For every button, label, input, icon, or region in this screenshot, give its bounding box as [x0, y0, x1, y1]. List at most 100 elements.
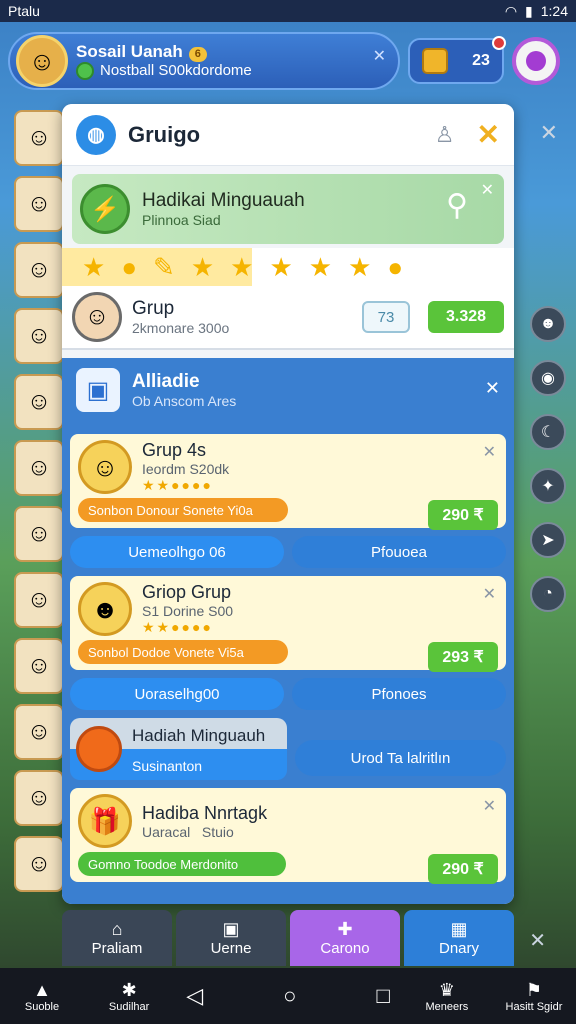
- app-shortcut[interactable]: ▲ Suoble: [12, 980, 72, 1013]
- coin-counter[interactable]: 23: [408, 36, 506, 84]
- upgrade-button[interactable]: Uoraselhg00: [70, 678, 284, 710]
- card-price[interactable]: 293 ₹: [428, 642, 498, 672]
- group-row[interactable]: ☺ Grup 2kmonare 300o 73 3.328: [62, 286, 514, 350]
- profile-pill[interactable]: ☺ Sosail Uanah 6 Nostball S00kdordome ✕: [8, 32, 400, 90]
- side-close-icon[interactable]: ✕: [540, 120, 558, 146]
- top-bar: ☺ Sosail Uanah 6 Nostball S00kdordome ✕ 2…: [8, 28, 568, 94]
- coin-icon: ●: [387, 251, 404, 282]
- group-avatar: ☺: [72, 292, 122, 342]
- user-icon[interactable]: ♙: [435, 122, 455, 148]
- friend-avatar[interactable]: ☺: [14, 110, 64, 166]
- friend-avatar[interactable]: ☺: [14, 770, 64, 826]
- bolt-icon: ⚡: [80, 184, 130, 234]
- bird-icon[interactable]: ✦: [530, 468, 566, 504]
- weekly-reward-subtitle: Susinanton: [132, 758, 203, 774]
- close-icon[interactable]: ✕: [529, 928, 546, 953]
- section-subtitle: Ob Anscom Ares: [132, 393, 237, 409]
- player-avatar[interactable]: ☺: [16, 35, 68, 87]
- grid-icon: ▦: [450, 919, 468, 939]
- weekly-reward-card[interactable]: Hadiah Minguauh Susinanton: [70, 718, 287, 780]
- app-label: Sudilhar: [108, 1000, 150, 1013]
- camera-icon: ▣: [222, 919, 240, 939]
- tab-game[interactable]: ▣ Uerne: [176, 910, 286, 966]
- group-card[interactable]: 🎁 Hadiba Nnrtagk Uaracal Stuio Gomno Too…: [70, 788, 506, 884]
- card-sub: Uaracal: [142, 823, 191, 840]
- friend-avatar[interactable]: ☺: [14, 572, 64, 628]
- card-price[interactable]: 290 ₹: [428, 854, 498, 884]
- friend-avatar[interactable]: ☺: [14, 242, 64, 298]
- weekly-reward-button[interactable]: Urod Ta lalritlın: [295, 740, 506, 776]
- orb-icon: [76, 726, 122, 772]
- tab-label: Uerne: [210, 940, 252, 957]
- star-icon: ★: [190, 251, 215, 282]
- tab-diary[interactable]: ▦ Dnary: [404, 910, 514, 966]
- tab-label: Carono: [320, 940, 370, 957]
- card-price[interactable]: 290 ₹: [428, 500, 498, 530]
- gear-icon: [526, 51, 546, 71]
- close-icon[interactable]: ✕: [483, 796, 496, 816]
- section-title: Alliadie: [132, 371, 200, 392]
- player-name: Sosail Uanah: [76, 41, 183, 61]
- face-icon[interactable]: ◉: [530, 360, 566, 396]
- app-shortcut[interactable]: ⚑ Hasitt Sgidr: [504, 980, 564, 1013]
- shop-icon: ▲: [33, 979, 51, 1000]
- close-icon[interactable]: ✕: [485, 378, 500, 399]
- group-value-button[interactable]: 3.328: [428, 301, 504, 333]
- tab-label: Dnary: [438, 940, 479, 957]
- app-shortcut[interactable]: ✱ Sudilhar: [99, 980, 159, 1013]
- moon-icon[interactable]: ☾: [530, 414, 566, 450]
- reward-banner[interactable]: ⚡ Hadikai Minguauah Plinnoa Siad ⚲ ✕: [72, 174, 504, 244]
- gift-icon: 🎁: [78, 794, 132, 848]
- group-card[interactable]: ☺ Grup 4s Ieordm S20dk ★★●●●● Sonbon Don…: [70, 434, 506, 530]
- friend-avatar[interactable]: ☺: [14, 374, 64, 430]
- banner-title: Hadikai Minguauah: [142, 190, 305, 211]
- bottom-nav: ⌂ Praliam ▣ Uerne ✚ Carono ▦ Dnary: [62, 910, 514, 966]
- star-icon: ★: [269, 251, 293, 282]
- carrier-label: Ptalu: [8, 3, 40, 19]
- app-label: Meneers: [425, 1000, 469, 1013]
- group-subtitle: 2kmonare 300o: [132, 320, 230, 336]
- close-icon[interactable]: ✕: [483, 442, 496, 462]
- close-icon[interactable]: ✕: [483, 584, 496, 604]
- group-value-box[interactable]: 73: [362, 301, 410, 333]
- player-status: Nostball S00kdordome: [100, 62, 252, 80]
- close-icon[interactable]: ✕: [373, 46, 386, 66]
- recents-icon[interactable]: □: [376, 983, 389, 1009]
- friend-avatar[interactable]: ☺: [14, 440, 64, 496]
- arrow-icon[interactable]: ➤: [530, 522, 566, 558]
- tab-active[interactable]: ✚ Carono: [290, 910, 400, 966]
- friend-avatar[interactable]: ☺: [14, 176, 64, 232]
- online-icon: [76, 62, 94, 81]
- mask-icon[interactable]: ☻: [530, 306, 566, 342]
- star-rewards-row: ★ ● ✎ ★ ★ ★ ★ ★ ●: [62, 248, 514, 286]
- action-rail: ☻ ◉ ☾ ✦ ➤ ◔: [528, 306, 568, 612]
- close-icon[interactable]: ✕: [477, 118, 500, 151]
- panel-title: Gruigo: [128, 121, 201, 147]
- card-avatar: ☻: [78, 582, 132, 636]
- close-icon[interactable]: ✕: [481, 180, 494, 200]
- settings-button[interactable]: [512, 37, 560, 85]
- card-sub: S1 Dorine S00: [142, 603, 234, 619]
- wifi-icon: ◠: [504, 2, 518, 19]
- weekly-reward-row: Hadiah Minguauh Susinanton Urod Ta lalri…: [70, 718, 506, 780]
- home-button-icon[interactable]: ○: [283, 983, 296, 1009]
- group-card[interactable]: ☻ Griop Grup S1 Dorine S00 ★★●●●● Sonbol…: [70, 576, 506, 672]
- process-button[interactable]: Pfonoes: [292, 678, 506, 710]
- level-badge: 6: [188, 46, 207, 62]
- home-icon: ⌂: [111, 919, 123, 939]
- clock-icon[interactable]: ◔: [530, 576, 566, 612]
- coin-icon: ●: [121, 251, 138, 282]
- process-button[interactable]: Pfouoea: [292, 536, 506, 568]
- notification-dot: [492, 36, 506, 50]
- tab-home[interactable]: ⌂ Praliam: [62, 910, 172, 966]
- search-icon[interactable]: ⚲: [446, 188, 468, 223]
- friend-avatar[interactable]: ☺: [14, 308, 64, 364]
- friend-avatar[interactable]: ☺: [14, 638, 64, 694]
- back-icon[interactable]: ◁: [186, 983, 203, 1009]
- friend-avatar[interactable]: ☺: [14, 704, 64, 760]
- upgrade-button[interactable]: Uemeolhgo 06: [70, 536, 284, 568]
- button-row: Uoraselhg00 Pfonoes: [70, 678, 506, 710]
- friend-avatar[interactable]: ☺: [14, 836, 64, 892]
- friend-avatar[interactable]: ☺: [14, 506, 64, 562]
- app-shortcut[interactable]: ♛ Meneers: [417, 980, 477, 1013]
